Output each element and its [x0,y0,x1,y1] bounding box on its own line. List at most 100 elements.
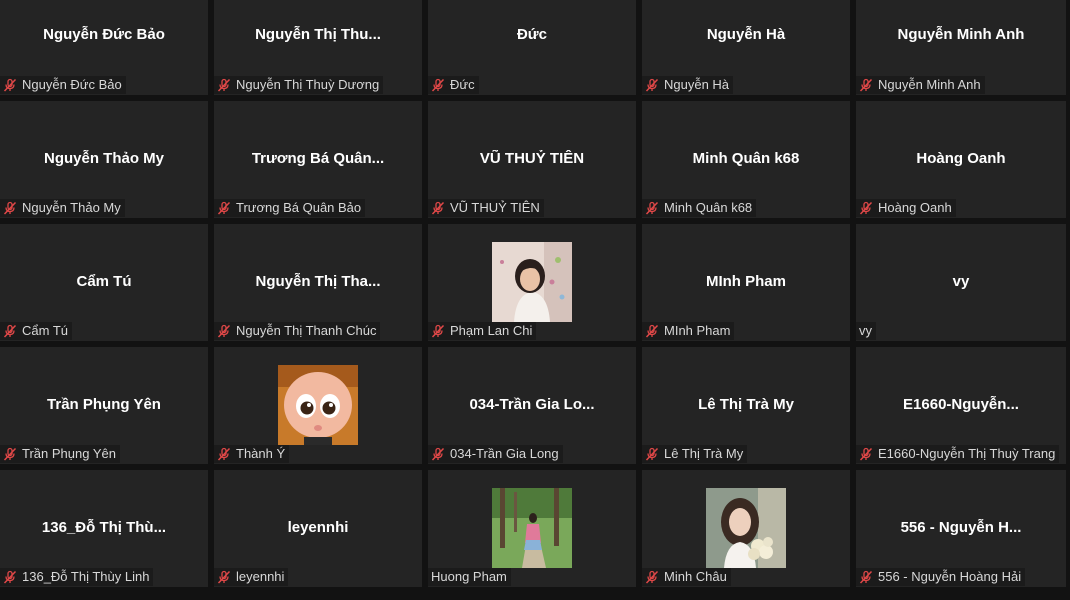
participant-name-text: 136_Đỗ Thị Thùy Linh [22,569,150,584]
participant-tile[interactable]: Phạm Lan Chi [428,224,636,341]
participant-tile[interactable]: Minh Châu [642,470,850,587]
participant-tile[interactable]: Huong Pham [428,470,636,587]
mic-muted-icon [645,324,659,338]
participant-name-text: Minh Châu [664,569,727,584]
participant-photo [278,365,358,445]
mic-muted-icon [3,447,17,461]
participant-name-label: Nguyễn Thị Thanh Chúc [214,322,381,340]
participant-display-name: Nguyễn Minh Anh [897,26,1025,43]
participant-display-name: 034-Trần Gia Lo... [469,396,595,413]
mic-muted-icon [431,78,445,92]
participant-name-text: Phạm Lan Chi [450,323,533,338]
participant-tile[interactable]: Nguyễn Thảo My Nguyễn Thảo My [0,101,208,218]
participant-display-name: Trần Phụng Yên [47,396,161,413]
mic-muted-icon [859,201,873,215]
participant-name-label: Nguyễn Đức Bảo [0,76,126,94]
participant-name-text: Thành Ý [236,446,286,461]
participant-tile[interactable]: Trần Phụng Yên Trần Phụng Yên [0,347,208,464]
participant-display-name: Nguyễn Thảo My [43,150,164,167]
participant-tile[interactable]: VŨ THUỶ TIÊN VŨ THUỶ TIÊN [428,101,636,218]
participant-display-name: 136_Đỗ Thị Thù... [41,519,167,536]
mic-muted-icon [431,447,445,461]
participant-name-label: 556 - Nguyễn Hoàng Hải [856,568,1026,586]
mic-muted-icon [645,570,659,584]
mic-muted-icon [217,201,231,215]
participant-name-text: Minh Quân k68 [664,200,753,215]
participant-name-text: Nguyễn Minh Anh [878,77,981,92]
participant-photo [492,488,572,568]
participant-name-label: leyennhi [214,568,289,586]
participant-name-label: Nguyễn Thảo My [0,199,125,217]
participant-tile[interactable]: Cẩm Tú Cẩm Tú [0,224,208,341]
participant-display-name: vy [952,273,970,290]
participant-display-name: Đức [516,26,548,43]
participant-name-label: VŨ THUỶ TIÊN [428,199,544,217]
mic-muted-icon [3,570,17,584]
participant-tile[interactable]: Nguyễn Thị Thu... Nguyễn Thị Thuỳ Dương [214,0,422,95]
mic-muted-icon [859,78,873,92]
participant-name-label: Thành Ý [214,445,290,463]
participant-name-label: Trần Phụng Yên [0,445,120,463]
participant-name-text: E1660-Nguyễn Thị Thuỳ Trang [878,446,1056,461]
participant-tile[interactable]: Minh Quân k68 Minh Quân k68 [642,101,850,218]
participant-tile[interactable]: Đức Đức [428,0,636,95]
participant-tile[interactable]: 556 - Nguyễn H... 556 - Nguyễn Hoàng Hải [856,470,1066,587]
participant-name-label: Minh Quân k68 [642,199,757,217]
participant-name-text: leyennhi [236,569,285,584]
participant-display-name: MInh Pham [705,273,786,290]
participant-display-name: Nguyễn Thị Thu... [255,26,381,43]
participant-name-text: Hoàng Oanh [878,200,952,215]
participant-name-label: 136_Đỗ Thị Thùy Linh [0,568,154,586]
participant-photo [492,242,572,322]
participant-tile[interactable]: MInh Pham MInh Pham [642,224,850,341]
mic-muted-icon [645,78,659,92]
participant-name-text: Trương Bá Quân Bảo [236,200,362,215]
participant-tile[interactable]: Hoàng Oanh Hoàng Oanh [856,101,1066,218]
mic-muted-icon [3,78,17,92]
participant-name-text: Đức [450,77,475,92]
mic-muted-icon [859,447,873,461]
participant-photo [706,488,786,568]
participant-tile[interactable]: Thành Ý [214,347,422,464]
participant-display-name: Minh Quân k68 [692,150,800,167]
participant-display-name: 556 - Nguyễn H... [900,519,1022,536]
participant-name-text: Nguyễn Đức Bảo [22,77,122,92]
participant-name-label: Lê Thị Trà My [642,445,748,463]
participant-name-label: Trương Bá Quân Bảo [214,199,366,217]
participant-name-label: Hoàng Oanh [856,199,956,217]
participant-tile[interactable]: leyennhi leyennhi [214,470,422,587]
mic-muted-icon [431,324,445,338]
participant-tile[interactable]: Nguyễn Minh Anh Nguyễn Minh Anh [856,0,1066,95]
participant-name-label: Nguyễn Hà [642,76,734,94]
participant-name-text: Huong Pham [431,569,507,584]
mic-muted-icon [217,447,231,461]
participant-tile[interactable]: Nguyễn Đức Bảo Nguyễn Đức Bảo [0,0,208,95]
participant-tile[interactable]: E1660-Nguyễn... E1660-Nguyễn Thị Thuỳ Tr… [856,347,1066,464]
participant-tile[interactable]: Lê Thị Trà My Lê Thị Trà My [642,347,850,464]
participant-name-text: Nguyễn Thị Thuỳ Dương [236,77,380,92]
participant-display-name: Lê Thị Trà My [698,396,794,413]
participant-name-text: Trần Phụng Yên [22,446,116,461]
participant-display-name: Nguyễn Đức Bảo [43,26,165,43]
mic-muted-icon [3,324,17,338]
mic-muted-icon [431,201,445,215]
participant-name-label: Nguyễn Thị Thuỳ Dương [214,76,384,94]
participant-name-text: 556 - Nguyễn Hoàng Hải [878,569,1022,584]
participant-name-text: 034-Trần Gia Long [450,446,559,461]
participant-display-name: Nguyễn Hà [706,26,786,43]
participant-display-name: E1660-Nguyễn... [903,396,1019,413]
participant-tile[interactable]: Nguyễn Thị Tha... Nguyễn Thị Thanh Chúc [214,224,422,341]
mic-muted-icon [3,201,17,215]
participant-tile[interactable]: 034-Trần Gia Lo... 034-Trần Gia Long [428,347,636,464]
participant-name-text: VŨ THUỶ TIÊN [450,200,540,215]
participant-name-label: Nguyễn Minh Anh [856,76,985,94]
participant-name-label: Minh Châu [642,568,731,586]
participant-tile[interactable]: 136_Đỗ Thị Thù... 136_Đỗ Thị Thùy Linh [0,470,208,587]
participant-name-text: MInh Pham [664,323,731,338]
mic-muted-icon [217,78,231,92]
participant-tile[interactable]: Trương Bá Quân... Trương Bá Quân Bảo [214,101,422,218]
participant-tile[interactable]: vy vy [856,224,1066,341]
participant-tile[interactable]: Nguyễn Hà Nguyễn Hà [642,0,850,95]
participant-display-name: Hoàng Oanh [916,150,1006,167]
participant-name-label: E1660-Nguyễn Thị Thuỳ Trang [856,445,1060,463]
